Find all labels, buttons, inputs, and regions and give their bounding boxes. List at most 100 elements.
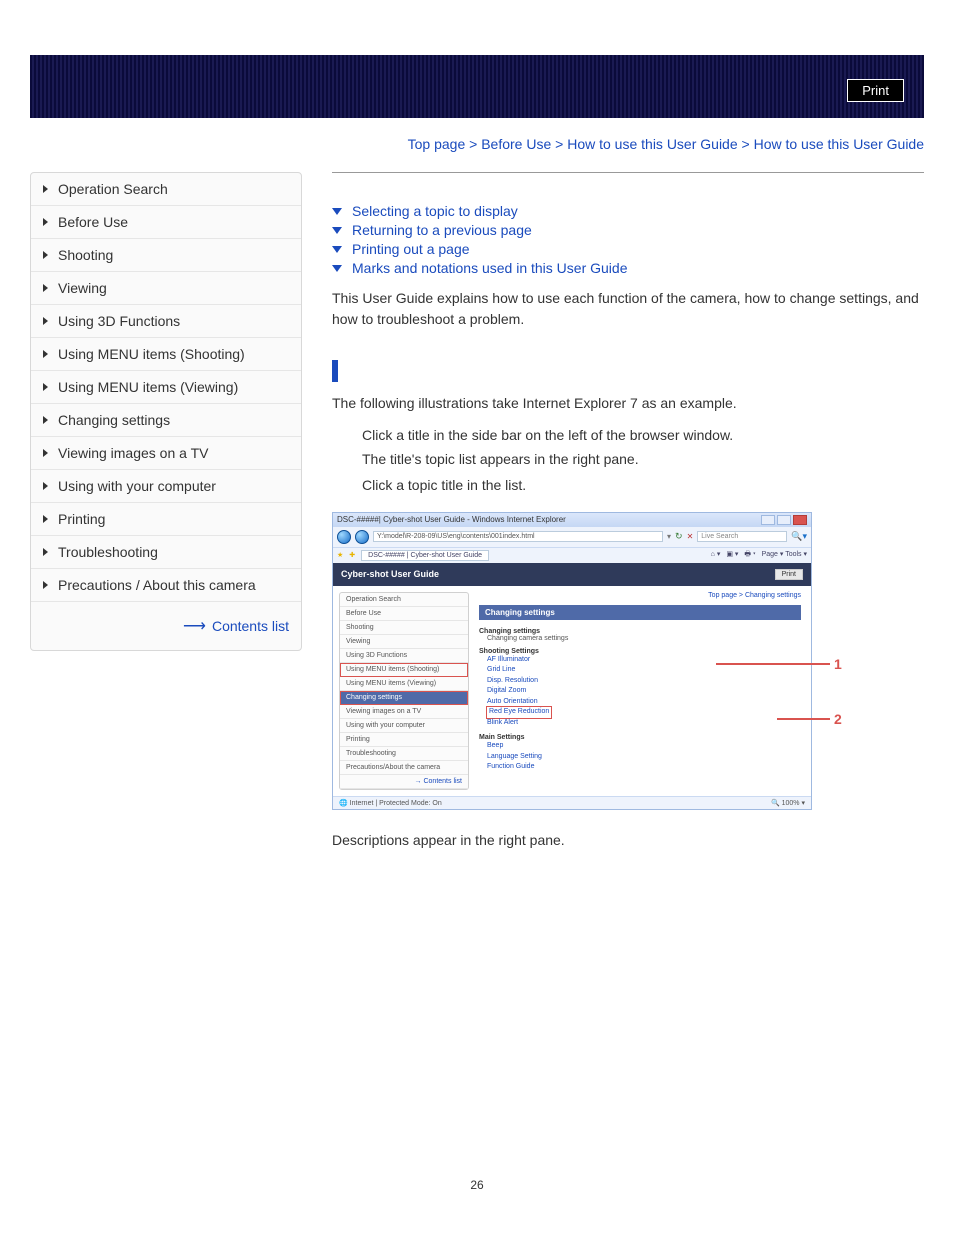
breadcrumb-link[interactable]: Before Use [481,136,551,152]
screenshot-illustration: DSC-#####| Cyber-shot User Guide - Windo… [332,512,842,810]
guide-side-item: Using with your computer [340,719,468,733]
chevron-right-icon [43,515,48,523]
guide-side-item-active: Changing settings [340,691,468,705]
sidebar-item-viewing[interactable]: Viewing [31,272,301,305]
chevron-right-icon [43,350,48,358]
sidebar-item-menu-shooting[interactable]: Using MENU items (Shooting) [31,338,301,371]
intro-text: This User Guide explains how to use each… [332,288,924,330]
ie-address-bar: Y:\model\R-208-09\US\eng\contents\001ind… [333,527,811,547]
zoom-level: 🔍 100% ▾ [771,799,805,807]
chevron-right-icon [43,383,48,391]
guide-section-heading: Shooting Settings [479,648,801,655]
tools-menu: Page ▾ Tools ▾ [762,550,807,561]
guide-print-button: Print [775,569,803,580]
chevron-right-icon [43,482,48,490]
divider [332,172,924,173]
chevron-right-icon [43,185,48,193]
anchor-returning[interactable]: Returning to a previous page [352,222,532,238]
guide-topic-link-callout-2: Red Eye Reduction [487,707,551,718]
steps: Click a title in the side bar on the lef… [362,424,924,497]
guide-side-item-callout-1: Using MENU items (Shooting) [340,663,468,677]
breadcrumb-current: How to use this User Guide [754,136,924,152]
step-1a: Click a title in the side bar on the lef… [362,424,924,448]
step-2: Click a topic title in the list. [362,474,924,498]
anchor-selecting-topic[interactable]: Selecting a topic to display [352,203,518,219]
sidebar-contents-list[interactable]: ⟶Contents list [31,602,301,650]
guide-topic-link: Blink Alert [487,718,801,729]
anchor-list: Selecting a topic to display Returning t… [332,203,924,276]
guide-side-item: Using MENU items (Viewing) [340,677,468,691]
sidebar: Operation Search Before Use Shooting Vie… [30,172,302,651]
sidebar-item-menu-viewing[interactable]: Using MENU items (Viewing) [31,371,301,404]
guide-topic-link: Auto Orientation [487,697,801,708]
chevron-down-icon [332,208,342,215]
maximize-icon [777,515,791,525]
description-after: Descriptions appear in the right pane. [332,832,924,848]
tab-label: DSC-##### | Cyber-shot User Guide [361,550,489,561]
chevron-down-icon [332,246,342,253]
sidebar-item-changing-settings[interactable]: Changing settings [31,404,301,437]
guide-section-heading: Main Settings [479,734,801,741]
sidebar-item-precautions[interactable]: Precautions / About this camera [31,569,301,602]
sidebar-item-operation-search[interactable]: Operation Search [31,173,301,206]
add-favorites-icon: ✚ [349,551,355,559]
arrow-right-icon: ⟶ [183,616,206,636]
callout-1: 1 [716,656,842,672]
guide-side-item: Printing [340,733,468,747]
guide-side-item: Shooting [340,621,468,635]
chevron-right-icon [43,581,48,589]
chevron-down-icon [332,265,342,272]
forward-icon [355,530,369,544]
callout-2: 2 [777,711,842,727]
guide-sidebar: Operation Search Before Use Shooting Vie… [339,592,469,790]
sidebar-item-computer[interactable]: Using with your computer [31,470,301,503]
guide-topic-link: Language Setting [487,752,801,763]
sidebar-item-before-use[interactable]: Before Use [31,206,301,239]
guide-topic-link: Digital Zoom [487,686,801,697]
guide-side-item: Before Use [340,607,468,621]
chevron-right-icon [43,317,48,325]
section-marker [332,360,338,382]
ie-tab-bar: ★✚DSC-##### | Cyber-shot User Guide ⌂ ▾▣… [333,547,811,563]
ie-status-bar: 🌐 Internet | Protected Mode: On 🔍 100% ▾ [333,796,811,809]
guide-section-heading: Changing settings [479,628,801,635]
globe-icon: 🌐 [339,800,350,807]
guide-side-item: Operation Search [340,593,468,607]
sidebar-item-tv[interactable]: Viewing images on a TV [31,437,301,470]
step-1b: The title's topic list appears in the ri… [362,448,924,472]
chevron-right-icon [43,251,48,259]
close-icon [793,515,807,525]
anchor-marks[interactable]: Marks and notations used in this User Gu… [352,260,627,276]
sidebar-item-shooting[interactable]: Shooting [31,239,301,272]
chevron-right-icon [43,284,48,292]
chevron-down-icon [332,227,342,234]
minimize-icon [761,515,775,525]
sidebar-item-printing[interactable]: Printing [31,503,301,536]
feed-icon: ▣ ▾ [726,550,738,561]
guide-side-item: Troubleshooting [340,747,468,761]
print-menu-icon: 🖶 ▾ [744,550,755,561]
breadcrumb-link[interactable]: Top page [408,136,466,152]
guide-header: Cyber-shot User Guide Print [333,563,811,586]
guide-side-item: Viewing images on a TV [340,705,468,719]
guide-topic-link: Beep [487,741,801,752]
guide-side-item: Using 3D Functions [340,649,468,663]
print-button[interactable]: Print [847,79,904,102]
chevron-right-icon [43,449,48,457]
page-number: 26 [30,1178,924,1222]
breadcrumb-link[interactable]: How to use this User Guide [567,136,737,152]
guide-topic-link: Function Guide [487,762,801,773]
chevron-right-icon [43,416,48,424]
anchor-printing[interactable]: Printing out a page [352,241,470,257]
guide-main: Top page > Changing settings Changing se… [475,586,811,796]
section-lead: The following illustrations take Interne… [332,392,924,414]
header-band: Print [30,55,924,118]
sidebar-item-3d-functions[interactable]: Using 3D Functions [31,305,301,338]
breadcrumb: Top page > Before Use > How to use this … [30,136,924,152]
home-icon: ⌂ ▾ [711,550,721,561]
chevron-right-icon [43,548,48,556]
chevron-right-icon [43,218,48,226]
guide-side-item: Viewing [340,635,468,649]
sidebar-item-troubleshooting[interactable]: Troubleshooting [31,536,301,569]
guide-contents-list: → Contents list [340,775,468,789]
